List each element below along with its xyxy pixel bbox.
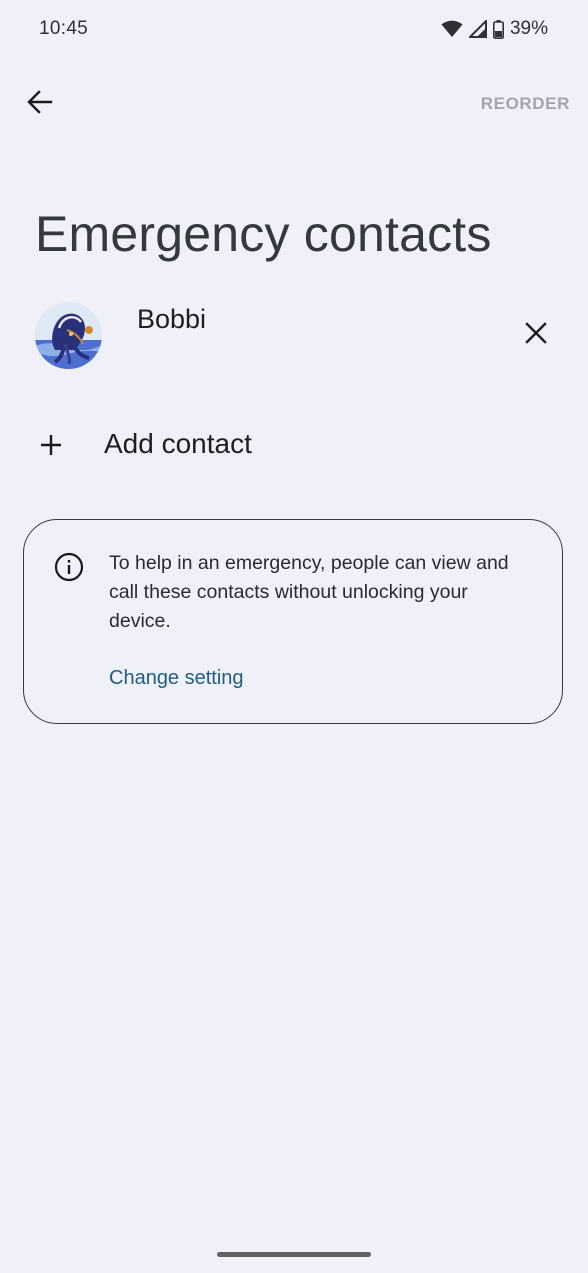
wifi-icon	[441, 20, 463, 38]
status-bar: 10:45 39%	[0, 0, 588, 60]
close-icon	[525, 321, 547, 349]
cell-signal-icon	[468, 20, 487, 38]
status-icons: 39%	[441, 18, 548, 40]
add-contact-button[interactable]: Add contact	[0, 410, 588, 480]
contact-row[interactable]: Bobbi	[0, 296, 588, 376]
info-text: To help in an emergency, people can view…	[109, 552, 509, 632]
avatar	[35, 302, 102, 369]
gesture-nav-bar[interactable]	[217, 1252, 371, 1257]
add-contact-label: Add contact	[104, 428, 252, 459]
reorder-button[interactable]: REORDER	[481, 94, 570, 114]
info-icon	[54, 552, 84, 582]
change-setting-link[interactable]: Change setting	[109, 667, 244, 690]
battery-percent: 39%	[509, 18, 548, 39]
info-card: To help in an emergency, people can view…	[23, 519, 563, 724]
battery-icon	[492, 19, 504, 39]
page-title: Emergency contacts	[35, 206, 492, 262]
plus-icon	[36, 430, 66, 460]
arrow-back-icon	[27, 89, 53, 119]
status-time: 10:45	[39, 18, 89, 39]
contact-name: Bobbi	[137, 304, 207, 334]
back-button[interactable]	[20, 84, 60, 124]
remove-contact-button[interactable]	[515, 314, 557, 356]
